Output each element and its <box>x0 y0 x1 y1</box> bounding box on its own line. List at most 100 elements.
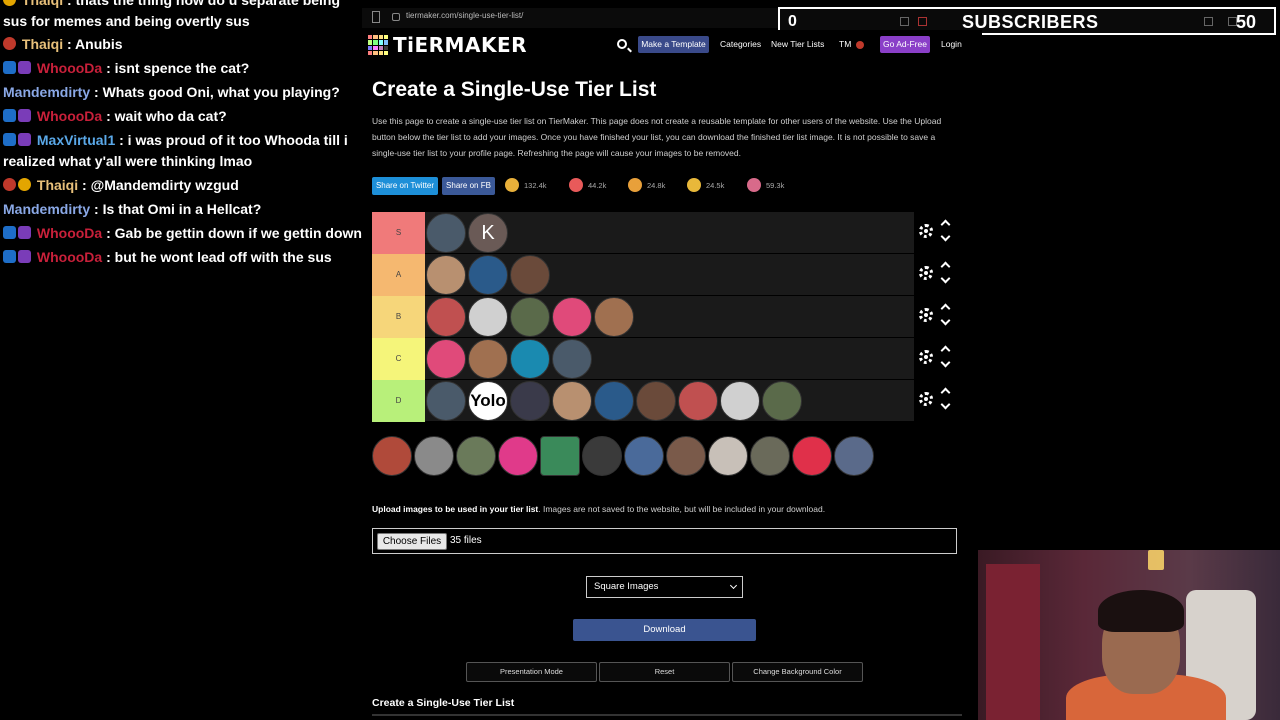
tier-label[interactable]: A <box>372 254 425 296</box>
gear-icon[interactable] <box>919 350 933 364</box>
reaction-poop[interactable]: 59.3k <box>747 177 784 195</box>
nav-new-tier-lists[interactable]: New Tier Lists <box>771 39 824 49</box>
divider <box>372 714 962 716</box>
tier-item-image[interactable] <box>426 297 466 337</box>
download-button[interactable]: Download <box>573 619 756 641</box>
login-link[interactable]: Login <box>941 39 962 49</box>
chat-text: : but he wont lead off with the sus <box>102 249 332 265</box>
choose-files-button[interactable]: Choose Files <box>377 533 447 550</box>
tier-item-image[interactable] <box>510 255 550 295</box>
tier-item-image[interactable] <box>510 381 550 421</box>
tier-item-image[interactable] <box>468 339 508 379</box>
tier-item-image[interactable] <box>594 381 634 421</box>
tier-label[interactable]: B <box>372 296 425 338</box>
tier-item-image[interactable]: Yolo <box>468 381 508 421</box>
chevron-up-icon[interactable] <box>940 303 951 314</box>
unsorted-image[interactable] <box>456 436 496 476</box>
nav-tm[interactable]: TM <box>839 39 851 49</box>
reaction-laughing[interactable]: 132.4k <box>505 177 547 195</box>
image-shape-select[interactable]: Square Images <box>586 576 743 598</box>
tier-row[interactable]: SK <box>372 212 957 254</box>
reaction-heart-eyes[interactable]: 44.2k <box>569 177 606 195</box>
menu-icon <box>1204 17 1213 26</box>
tier-label[interactable]: S <box>372 212 425 254</box>
search-icon[interactable] <box>617 39 627 49</box>
chevron-down-icon[interactable] <box>940 399 951 410</box>
chevron-down-icon[interactable] <box>940 231 951 242</box>
nav-categories[interactable]: Categories <box>720 39 761 49</box>
reset-button[interactable]: Reset <box>599 662 730 682</box>
url-text[interactable]: tiermaker.com/single-use-tier-list/ <box>406 11 523 20</box>
change-background-button[interactable]: Change Background Color <box>732 662 863 682</box>
unsorted-image[interactable] <box>792 436 832 476</box>
share-row: Share on Twitter Share on FB 132.4k 44.2… <box>372 177 812 195</box>
unsorted-images-pool[interactable] <box>372 434 877 478</box>
site-info-icon[interactable] <box>392 13 400 21</box>
tier-item-image[interactable] <box>468 297 508 337</box>
chevron-up-icon[interactable] <box>940 345 951 356</box>
main-content: Create a Single-Use Tier List Use this p… <box>362 62 982 720</box>
unsorted-image[interactable] <box>582 436 622 476</box>
tier-item-image[interactable] <box>762 381 802 421</box>
go-ad-free-button[interactable]: Go Ad-Free <box>880 36 930 53</box>
tiermaker-logo-icon[interactable] <box>368 35 388 55</box>
bookmark-icon[interactable] <box>372 11 380 23</box>
unsorted-image[interactable] <box>540 436 580 476</box>
unsorted-image[interactable] <box>498 436 538 476</box>
unsorted-image[interactable] <box>666 436 706 476</box>
gear-icon[interactable] <box>919 224 933 238</box>
footer-heading: Create a Single-Use Tier List <box>372 697 515 709</box>
reaction-grin[interactable]: 24.8k <box>628 177 665 195</box>
tier-item-image[interactable] <box>426 339 466 379</box>
chevron-down-icon[interactable] <box>940 273 951 284</box>
browser-address-bar[interactable]: tiermaker.com/single-use-tier-list/ <box>362 8 782 28</box>
poop-icon <box>747 178 761 192</box>
tier-item-image[interactable] <box>426 213 466 253</box>
tier-item-image[interactable] <box>426 255 466 295</box>
unsorted-image[interactable] <box>414 436 454 476</box>
unsorted-image[interactable] <box>750 436 790 476</box>
tier-item-image[interactable]: K <box>468 213 508 253</box>
tier-item-image[interactable] <box>510 339 550 379</box>
tier-row[interactable]: B <box>372 296 957 338</box>
raised-hands-icon <box>687 178 701 192</box>
tier-item-image[interactable] <box>552 339 592 379</box>
make-template-button[interactable]: Make a Template <box>638 36 709 53</box>
presentation-mode-button[interactable]: Presentation Mode <box>466 662 597 682</box>
chat-username: WhoooDa <box>36 60 103 76</box>
gear-icon[interactable] <box>919 266 933 280</box>
gear-icon[interactable] <box>919 392 933 406</box>
tier-item-image[interactable] <box>678 381 718 421</box>
reaction-raised-hands[interactable]: 24.5k <box>687 177 724 195</box>
tier-item-image[interactable] <box>594 297 634 337</box>
file-upload-field[interactable]: Choose Files 35 files <box>372 528 957 554</box>
tier-row[interactable]: C <box>372 338 957 380</box>
gear-icon[interactable] <box>919 308 933 322</box>
tier-controls <box>914 338 957 380</box>
tier-item-image[interactable] <box>636 381 676 421</box>
chevron-up-icon[interactable] <box>940 387 951 398</box>
tier-item-image[interactable] <box>552 297 592 337</box>
tier-label[interactable]: D <box>372 380 425 422</box>
chevron-down-icon[interactable] <box>940 357 951 368</box>
tier-item-image[interactable] <box>426 381 466 421</box>
tier-item-image[interactable] <box>468 255 508 295</box>
share-twitter-button[interactable]: Share on Twitter <box>372 177 438 195</box>
tier-controls <box>914 380 957 422</box>
chevron-down-icon[interactable] <box>940 315 951 326</box>
unsorted-image[interactable] <box>834 436 874 476</box>
unsorted-image[interactable] <box>624 436 664 476</box>
webcam-light <box>1148 550 1164 570</box>
unsorted-image[interactable] <box>372 436 412 476</box>
unsorted-image[interactable] <box>708 436 748 476</box>
site-logo[interactable]: TiERMAKER <box>393 33 527 57</box>
chevron-up-icon[interactable] <box>940 261 951 272</box>
share-facebook-button[interactable]: Share on FB <box>442 177 495 195</box>
tier-item-image[interactable] <box>510 297 550 337</box>
chevron-up-icon[interactable] <box>940 219 951 230</box>
tier-item-image[interactable] <box>552 381 592 421</box>
tier-item-image[interactable] <box>720 381 760 421</box>
tier-label[interactable]: C <box>372 338 425 380</box>
tier-row[interactable]: A <box>372 254 957 296</box>
tier-row[interactable]: D Yolo <box>372 380 957 422</box>
